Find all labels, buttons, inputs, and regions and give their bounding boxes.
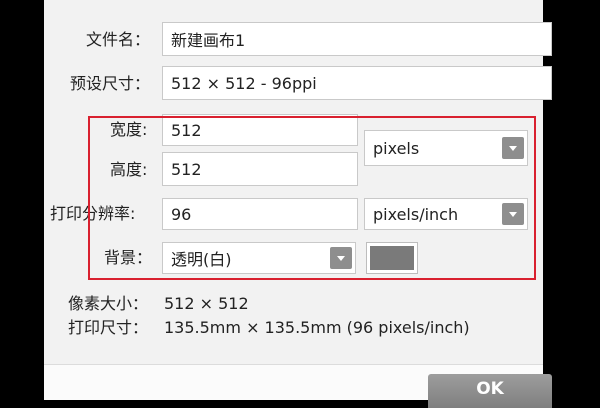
resolution-input[interactable]: 96 xyxy=(162,198,358,230)
size-unit-value: pixels xyxy=(373,138,420,158)
resolution-unit-select[interactable]: pixels/inch xyxy=(364,198,528,230)
ok-button[interactable]: OK xyxy=(428,374,552,408)
resolution-label: 打印分辨率: xyxy=(50,204,136,223)
background-color-swatch[interactable] xyxy=(366,242,418,274)
width-input[interactable]: 512 xyxy=(162,114,358,146)
height-input[interactable]: 512 xyxy=(162,152,358,186)
width-label: 宽度: xyxy=(110,120,148,139)
preset-label: 预设尺寸： xyxy=(70,74,151,93)
resolution-unit-value: pixels/inch xyxy=(373,204,459,224)
pixel-size-value: 512 × 512 xyxy=(164,294,249,313)
chevron-down-icon[interactable] xyxy=(502,203,524,225)
size-unit-select[interactable]: pixels xyxy=(364,130,528,166)
print-size-label: 打印尺寸： xyxy=(68,318,149,337)
pixel-size-label: 像素大小： xyxy=(68,294,149,313)
height-label: 高度: xyxy=(110,160,148,179)
chevron-down-icon[interactable] xyxy=(502,137,524,159)
swatch-color-fill xyxy=(370,246,414,270)
background-label: 背景： xyxy=(104,248,153,267)
filename-input[interactable]: 新建画布1 xyxy=(162,22,552,56)
background-select[interactable]: 透明(白) xyxy=(162,242,356,274)
preset-select[interactable]: 512 × 512 - 96ppi xyxy=(162,66,552,100)
background-value: 透明(白) xyxy=(171,250,232,269)
print-size-value: 135.5mm × 135.5mm (96 pixels/inch) xyxy=(164,318,470,337)
chevron-down-icon[interactable] xyxy=(330,247,352,269)
filename-label: 文件名： xyxy=(86,30,151,49)
